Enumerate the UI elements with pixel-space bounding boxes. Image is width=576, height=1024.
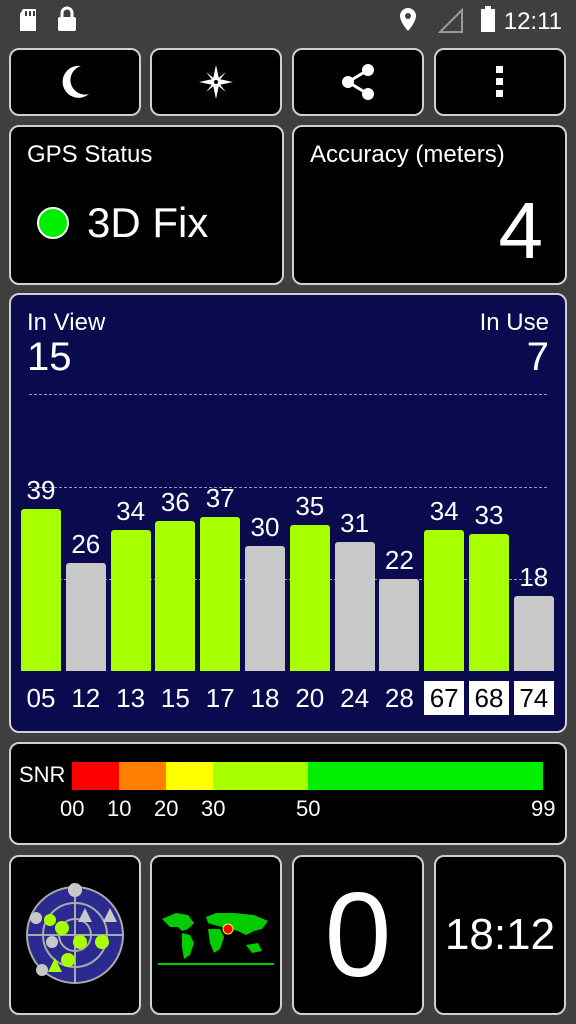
prn-label-24: 24 (340, 683, 370, 713)
accuracy-title: Accuracy (meters) (310, 141, 505, 168)
snr-value-05: 39 (26, 474, 56, 505)
sky-plot-icon (26, 883, 124, 984)
overflow-menu-icon (496, 66, 503, 97)
clock-tile[interactable]: 18:12 (434, 855, 566, 1015)
prn-label-17: 17 (205, 683, 235, 713)
prn-label-67: 67 (424, 681, 465, 715)
snr-color-scale (72, 762, 543, 790)
snr-value-24: 31 (340, 508, 370, 539)
night-mode-button[interactable] (9, 48, 141, 116)
snr-segment (119, 762, 166, 790)
compass-button[interactable] (150, 48, 282, 116)
snr-bar-74 (513, 596, 554, 671)
snr-value-18: 30 (250, 512, 280, 543)
compass-star-icon (199, 65, 233, 99)
snr-tick-label: 30 (201, 796, 226, 821)
prn-label-68: 68 (469, 681, 509, 715)
snr-bar-17 (200, 517, 241, 671)
snr-tick-label: 50 (296, 796, 321, 821)
prn-label-15: 15 (160, 683, 190, 713)
snr-bar-18 (245, 546, 285, 671)
sd-card-icon (20, 9, 36, 31)
snr-tick-label: 00 (60, 796, 85, 821)
prn-label-20: 20 (295, 683, 325, 713)
snr-bar-24 (334, 542, 375, 671)
snr-tick-label: 99 (531, 796, 556, 821)
sky-view-button[interactable] (9, 855, 141, 1015)
world-map-icon (158, 913, 274, 965)
snr-bar-12 (65, 562, 106, 671)
snr-segment (308, 762, 543, 790)
gps-fix-value: 3D Fix (87, 199, 209, 246)
accuracy-panel[interactable]: Accuracy (meters) 4 (292, 125, 567, 285)
snr-value-15: 36 (160, 487, 190, 518)
snr-segment (72, 762, 119, 790)
signal-icon (438, 8, 463, 33)
snr-bar-13 (110, 529, 151, 671)
snr-tick-label: 10 (107, 796, 132, 821)
prn-label-74: 74 (513, 681, 554, 715)
snr-tick-label: 20 (154, 796, 179, 821)
snr-bars: 39 05 26 12 34 13 36 15 37 17 30 18 35 20 31 24 22 28 34 67… (11, 295, 565, 731)
share-button[interactable] (292, 48, 424, 116)
snr-label: SNR (19, 762, 66, 787)
accuracy-value: 4 (498, 186, 544, 275)
snr-ticks: 00 10 20 30 50 99 (11, 796, 565, 826)
satellite-snr-panel[interactable]: In View 15 In Use 7 39 05 26 12 34 13 36 15 37 17… (9, 293, 567, 733)
snr-bar-68 (469, 533, 509, 671)
snr-bar-67 (424, 529, 465, 671)
status-bar: 12:11 (0, 0, 576, 40)
snr-value-67: 34 (429, 495, 459, 526)
snr-scale-panel: SNR 00 10 20 30 50 99 (9, 742, 567, 845)
counter-tile[interactable]: 0 (292, 855, 424, 1015)
snr-bar-28 (379, 579, 420, 671)
snr-segment (166, 762, 213, 790)
prn-label-28: 28 (384, 683, 414, 713)
share-icon (342, 64, 374, 100)
snr-value-28: 22 (384, 545, 414, 576)
world-map-button[interactable] (150, 855, 282, 1015)
clock-time: 12:11 (503, 8, 562, 35)
snr-value-12: 26 (71, 528, 101, 559)
snr-value-68: 33 (474, 499, 504, 530)
snr-bar-15 (155, 521, 196, 671)
utc-clock: 18:12 (444, 910, 556, 959)
moon-icon (62, 65, 89, 98)
prn-label-18: 18 (250, 683, 280, 713)
counter-value: 0 (324, 868, 392, 1002)
gps-status-panel[interactable]: GPS Status 3D Fix (9, 125, 284, 285)
snr-bar-20 (289, 525, 330, 671)
lock-icon (58, 6, 76, 31)
gps-status-title: GPS Status (27, 141, 153, 168)
prn-label-05: 05 (26, 683, 56, 713)
location-icon (400, 8, 416, 31)
fix-indicator (37, 207, 69, 239)
battery-icon (481, 6, 495, 32)
prn-label-12: 12 (71, 683, 101, 713)
snr-value-20: 35 (295, 491, 325, 522)
snr-segment (213, 762, 308, 790)
snr-bar-05 (21, 508, 61, 671)
overflow-menu-button[interactable] (434, 48, 566, 116)
prn-label-13: 13 (116, 683, 146, 713)
snr-value-13: 34 (116, 495, 146, 526)
snr-value-74: 18 (519, 562, 549, 593)
snr-value-17: 37 (205, 483, 235, 514)
